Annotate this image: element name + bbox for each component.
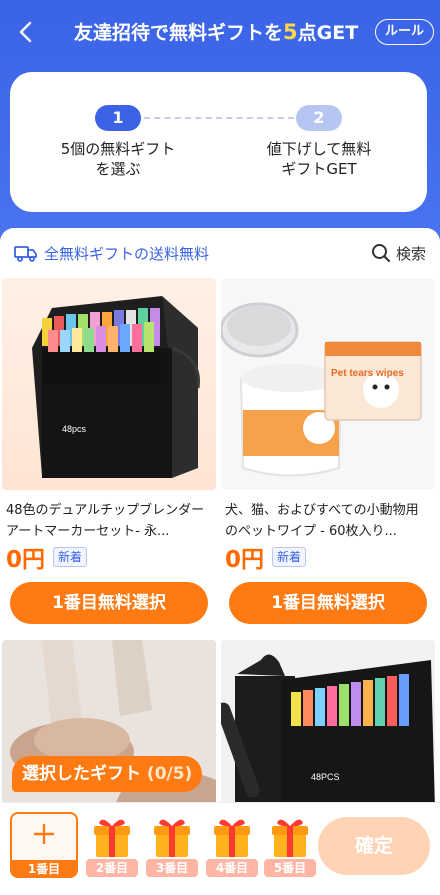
confirm-button[interactable]: 確定: [318, 817, 430, 875]
product-image[interactable]: Pet tears wipes: [221, 278, 435, 490]
step-1-label-line2: を選ぶ: [95, 160, 141, 178]
title-prefix: 友達招待で無料ギフトを: [74, 22, 284, 44]
product-card[interactable]: Pet tears wipes 犬、猫、およびすべての小動物用のペットワイプ -…: [221, 278, 435, 624]
gift-box-icon: [272, 819, 308, 857]
gift-slot-label: 3番目: [146, 859, 198, 877]
new-badge: 新着: [53, 547, 88, 567]
step-1-number: 1: [95, 105, 141, 131]
select-free-gift-button[interactable]: 1番目無料選択: [229, 582, 427, 624]
product-name[interactable]: 犬、猫、およびすべての小動物用のペットワイプ - 60枚入り...: [225, 500, 431, 542]
gift-box-icon: [94, 819, 130, 857]
select-free-gift-button[interactable]: 1番目無料選択: [10, 582, 208, 624]
new-badge: 新着: [272, 547, 307, 567]
selected-gifts-tip[interactable]: 選択したギフト (0/5): [12, 756, 203, 792]
gift-slot-2[interactable]: 2番目: [84, 815, 140, 879]
product-name[interactable]: 48色のデュアルチップブレンダーアートマーカーセット- 永...: [6, 500, 212, 542]
rule-button[interactable]: ルール: [374, 19, 434, 45]
selected-gifts-count: (0/5): [146, 764, 193, 784]
step-1-label: 5個の無料ギフト を選ぶ: [43, 139, 193, 179]
product-image[interactable]: 48pcs: [2, 278, 216, 490]
back-icon[interactable]: [14, 18, 38, 46]
pet-wipes-illustration: Pet tears wipes: [221, 302, 422, 477]
gift-slot-label: 1番目: [12, 860, 76, 878]
product-image-text: 48PCS: [311, 772, 340, 782]
page-title: 友達招待で無料ギフトを5点GET: [74, 18, 358, 45]
bottom-selection-bar: 1番目 2番目 3番目 4番目 5番目 確定: [0, 802, 440, 895]
plus-icon: [34, 824, 54, 844]
free-shipping-label: 全無料ギフトの送料無料: [44, 244, 210, 263]
marker-case-illustration: 48pcs: [32, 296, 200, 478]
gift-slot-4[interactable]: 4番目: [204, 815, 260, 879]
truck-icon: [14, 246, 37, 262]
product-image-text: 48pcs: [62, 424, 87, 434]
product-price: 0円: [6, 547, 46, 573]
product-image[interactable]: 48PCS: [221, 640, 435, 810]
search-icon: [371, 244, 391, 263]
step-2-label: 値下げして無料 ギフトGET: [244, 139, 394, 179]
gift-slot-label: 4番目: [206, 859, 258, 877]
free-shipping-notice: 全無料ギフトの送料無料: [14, 242, 209, 264]
gift-slot-5[interactable]: 5番目: [262, 815, 318, 879]
product-price: 0円: [225, 547, 265, 573]
header: 友達招待で無料ギフトを5点GET ルール: [0, 0, 440, 64]
gift-slot-1[interactable]: 1番目: [10, 812, 78, 878]
step-2-number: 2: [296, 105, 342, 131]
selected-gifts-label: 選択したギフト: [22, 764, 141, 784]
search-label: 検索: [395, 244, 426, 263]
gift-slot-label: 5番目: [264, 859, 316, 877]
gift-slot-label: 2番目: [86, 859, 138, 877]
product-image-text: Pet tears wipes: [331, 368, 404, 379]
step-connector: [144, 117, 294, 119]
steps-card: 1 2 5個の無料ギフト を選ぶ 値下げして無料 ギフトGET: [10, 72, 427, 212]
gift-box-icon: [154, 819, 190, 857]
price-row: 0円 新着: [6, 542, 216, 573]
price-row: 0円 新着: [225, 542, 435, 573]
product-card[interactable]: 48pcs 48色のデュアルチップブレンダーアートマーカーセット- 永... 0…: [2, 278, 216, 624]
title-highlight-count: 5: [283, 20, 298, 44]
step-1-label-line1: 5個の無料ギフト: [60, 140, 176, 158]
title-suffix: 点GET: [297, 22, 359, 44]
step-2-label-line2: ギフトGET: [281, 160, 357, 178]
marker-case-illustration: 48PCS: [221, 640, 435, 810]
gift-slot-3[interactable]: 3番目: [144, 815, 200, 879]
search-button[interactable]: 検索: [371, 242, 426, 264]
step-2-label-line1: 値下げして無料: [266, 140, 372, 158]
gift-box-icon: [214, 819, 250, 857]
